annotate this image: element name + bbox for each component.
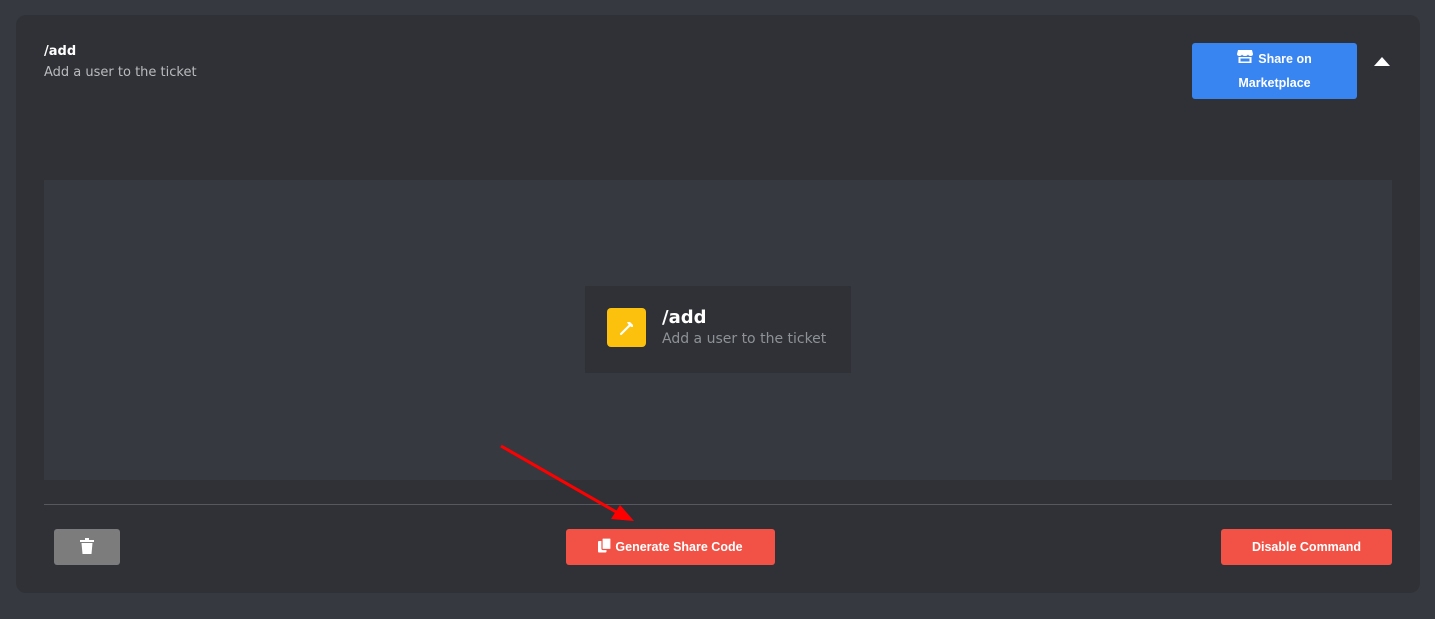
share-label-line2: Marketplace	[1238, 76, 1311, 90]
preview-command-name: /add	[662, 307, 707, 328]
share-on-marketplace-button[interactable]: Share on Marketplace	[1192, 43, 1357, 99]
generate-share-code-button[interactable]: Generate Share Code	[566, 529, 775, 565]
preview-command-description: Add a user to the ticket	[662, 331, 827, 347]
copy-icon	[598, 537, 613, 556]
command-card: /add Add a user to the ticket Share on M…	[16, 15, 1420, 593]
command-description: Add a user to the ticket	[44, 65, 197, 80]
caret-up-icon[interactable]	[1372, 53, 1392, 69]
hammer-icon	[607, 308, 646, 347]
command-preview: /add Add a user to the ticket	[44, 180, 1392, 480]
share-label-line1: Share on	[1258, 52, 1312, 66]
disable-command-label: Disable Command	[1251, 540, 1362, 554]
command-title: /add	[44, 44, 77, 59]
delete-button[interactable]	[54, 529, 120, 565]
store-icon	[1237, 47, 1254, 71]
footer-divider	[44, 504, 1392, 505]
disable-command-button[interactable]: Disable Command	[1221, 529, 1392, 565]
trash-icon	[80, 537, 94, 557]
generate-share-code-label: Generate Share Code	[615, 540, 743, 554]
preview-command-item: /add Add a user to the ticket	[585, 286, 851, 373]
